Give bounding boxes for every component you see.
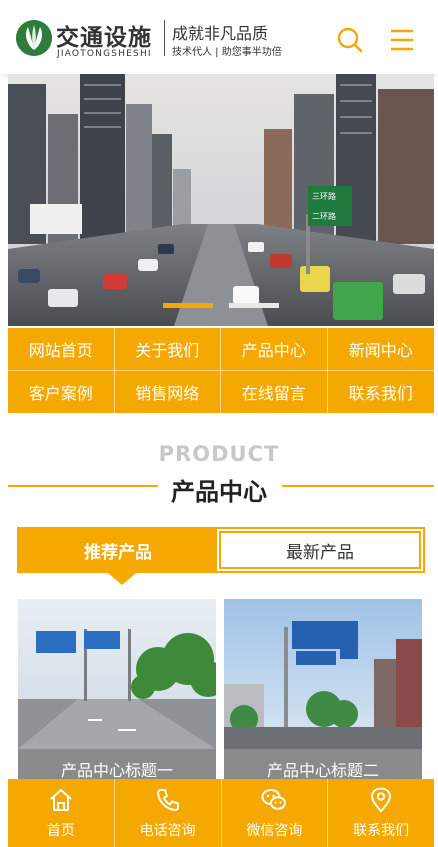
bottom-contact-button[interactable]: 联系我们 — [328, 779, 434, 847]
main-nav: 网站首页 关于我们 产品中心 新闻中心 客户案例 销售网络 在线留言 联系我们 — [8, 328, 434, 413]
logo-subtitle: JIAOTONGSHESHI — [57, 49, 152, 59]
slogan-sub: 技术代人 | 助您事半功倍 — [172, 47, 282, 58]
banner-dot[interactable] — [229, 303, 279, 308]
logo-title[interactable]: 交通设施 — [56, 18, 152, 52]
nav-news[interactable]: 新闻中心 — [327, 328, 434, 371]
bottom-phone-button[interactable]: 电话咨询 — [115, 779, 222, 847]
hero-banner[interactable]: 三环路 二环路 — [8, 74, 434, 326]
section-title-cn: 产品中心 — [161, 478, 277, 506]
product-tabs: 推荐产品 最新产品 — [17, 527, 425, 573]
site-header: 交通设施 JIAOTONGSHESHI 成就非凡品质 技术代人 | 助您事半功倍 — [0, 0, 438, 74]
header-divider — [164, 20, 165, 56]
wechat-icon — [260, 786, 288, 814]
home-icon — [47, 786, 75, 814]
bottom-wechat-button[interactable]: 微信咨询 — [222, 779, 329, 847]
product-image — [18, 599, 216, 749]
product-image — [224, 599, 422, 749]
slogan: 成就非凡品质 — [172, 24, 269, 43]
city-highway-image: 三环路 二环路 — [8, 74, 434, 326]
sign-text-1: 三环路 — [312, 191, 336, 201]
leaf-logo-icon[interactable] — [16, 20, 52, 56]
nav-message[interactable]: 在线留言 — [221, 370, 328, 413]
banner-dot-active[interactable] — [163, 303, 213, 308]
tab-recommended[interactable]: 推荐产品 — [19, 529, 217, 571]
product-card[interactable]: 产品中心标题一 — [18, 599, 216, 789]
bottom-phone-label: 电话咨询 — [139, 823, 196, 839]
location-icon — [367, 786, 395, 814]
search-icon[interactable] — [336, 26, 364, 54]
tab-latest[interactable]: 最新产品 — [219, 531, 421, 569]
section-title: 产品中心 — [0, 472, 438, 507]
bottom-home-button[interactable]: 首页 — [8, 779, 115, 847]
phone-icon — [154, 786, 182, 814]
nav-cases[interactable]: 客户案例 — [8, 370, 115, 413]
nav-sales-network[interactable]: 销售网络 — [115, 370, 221, 413]
nav-about[interactable]: 关于我们 — [114, 328, 221, 371]
sign-text-2: 二环路 — [312, 211, 336, 221]
nav-contact[interactable]: 联系我们 — [328, 371, 435, 414]
nav-products[interactable]: 产品中心 — [221, 328, 328, 371]
tab-active-arrow — [108, 573, 136, 585]
bottom-toolbar: 首页 电话咨询 微信咨询 联系我们 — [8, 779, 434, 847]
bottom-wechat-label: 微信咨询 — [246, 823, 303, 839]
section-title-en: PRODUCT — [158, 442, 280, 466]
bottom-contact-label: 联系我们 — [353, 823, 410, 839]
bottom-home-label: 首页 — [46, 823, 75, 839]
menu-icon[interactable] — [388, 26, 416, 54]
product-card[interactable]: 产品中心标题二 — [224, 599, 422, 789]
nav-home[interactable]: 网站首页 — [8, 328, 115, 371]
